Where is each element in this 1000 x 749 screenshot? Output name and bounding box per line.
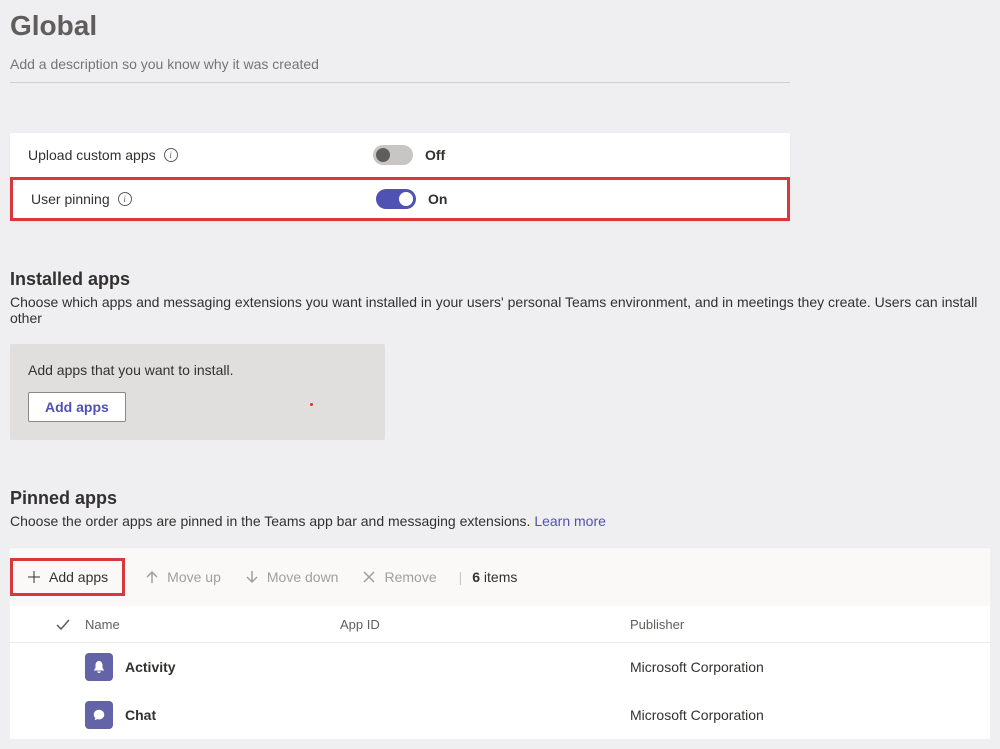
toggle-state-text: On xyxy=(428,191,447,207)
chat-icon xyxy=(85,701,113,729)
table-row[interactable]: Chat Microsoft Corporation xyxy=(10,691,990,739)
add-apps-highlight: Add apps xyxy=(10,558,125,596)
description-field-row xyxy=(10,50,790,83)
installed-apps-desc: Choose which apps and messaging extensio… xyxy=(10,294,990,326)
setting-user-pinning: User pinning i On xyxy=(10,177,790,221)
add-apps-button-pinned[interactable]: Add apps xyxy=(15,563,120,591)
arrow-up-icon xyxy=(145,570,159,584)
item-count: 6 items xyxy=(472,569,517,585)
app-name: Chat xyxy=(125,707,156,723)
remove-button: Remove xyxy=(350,563,448,591)
page-title: Global xyxy=(10,10,990,42)
toolbar-divider: | xyxy=(459,569,463,585)
toggle-user-pinning[interactable] xyxy=(376,189,416,209)
pinned-apps-table: Name App ID Publisher Activity Microsoft… xyxy=(10,606,990,739)
install-card: Add apps that you want to install. Add a… xyxy=(10,344,385,440)
pinned-apps-toolbar: Add apps Move up Move down Remove | 6 it… xyxy=(10,547,990,606)
toggle-state-text: Off xyxy=(425,147,445,163)
info-icon[interactable]: i xyxy=(118,192,132,206)
pinned-apps-desc: Choose the order apps are pinned in the … xyxy=(10,513,990,529)
toggle-upload-custom-apps[interactable] xyxy=(373,145,413,165)
red-dot-indicator xyxy=(310,403,313,406)
x-icon xyxy=(362,570,376,584)
select-all-checkmark[interactable] xyxy=(40,616,85,632)
plus-icon xyxy=(27,570,41,584)
column-publisher[interactable]: Publisher xyxy=(630,617,990,632)
setting-upload-custom-apps: Upload custom apps i Off xyxy=(10,133,790,177)
add-apps-button-installed[interactable]: Add apps xyxy=(28,392,126,422)
column-name[interactable]: Name xyxy=(85,617,340,632)
column-appid[interactable]: App ID xyxy=(340,617,630,632)
publisher-cell: Microsoft Corporation xyxy=(630,659,990,675)
settings-card: Upload custom apps i Off User pinning i … xyxy=(10,133,790,221)
arrow-down-icon xyxy=(245,570,259,584)
setting-label: User pinning xyxy=(31,191,110,207)
learn-more-link[interactable]: Learn more xyxy=(534,513,606,529)
setting-label: Upload custom apps xyxy=(28,147,156,163)
move-down-button: Move down xyxy=(233,563,351,591)
table-header: Name App ID Publisher xyxy=(10,606,990,643)
app-name: Activity xyxy=(125,659,176,675)
table-row[interactable]: Activity Microsoft Corporation xyxy=(10,643,990,691)
activity-icon xyxy=(85,653,113,681)
installed-apps-heading: Installed apps xyxy=(10,269,990,290)
move-up-button: Move up xyxy=(133,563,233,591)
pinned-apps-heading: Pinned apps xyxy=(10,488,990,509)
description-input[interactable] xyxy=(10,56,790,72)
info-icon[interactable]: i xyxy=(164,148,178,162)
install-card-text: Add apps that you want to install. xyxy=(28,362,367,378)
publisher-cell: Microsoft Corporation xyxy=(630,707,990,723)
